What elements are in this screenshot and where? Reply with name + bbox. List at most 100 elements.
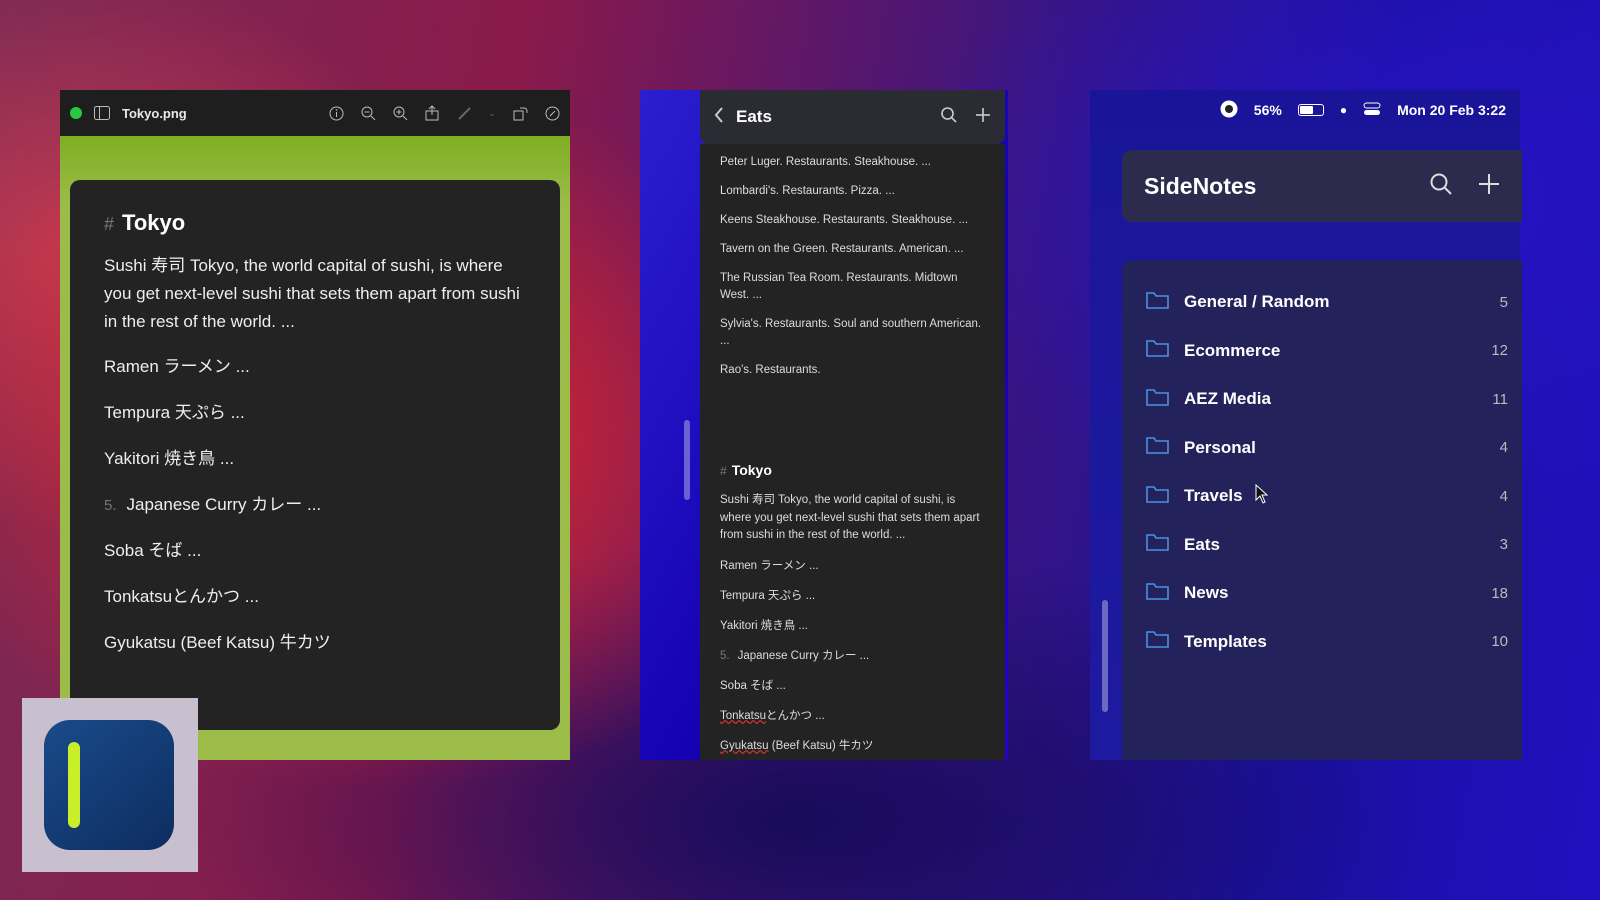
dot-icon: ●: [1339, 103, 1348, 117]
logo-bar: [68, 742, 80, 828]
folder-item-general[interactable]: General / Random 5: [1146, 278, 1508, 327]
folder-icon: [1146, 581, 1170, 606]
note-item-text: とんかつ ...: [766, 709, 825, 722]
folder-count: 11: [1492, 390, 1508, 408]
preview-titlebar: Tokyo.png ⌄: [60, 90, 570, 136]
note-item: Soba そば ...: [104, 541, 202, 560]
menubar-clock[interactable]: Mon 20 Feb 3:22: [1397, 102, 1506, 118]
note-item-curry: 5. Japanese Curry カレー ...: [104, 490, 526, 515]
folder-count: 4: [1499, 487, 1508, 505]
record-icon[interactable]: [1220, 100, 1238, 121]
folder-name: Eats: [1184, 534, 1220, 554]
note-item: Tempura 天ぷら ...: [104, 403, 245, 422]
folder-name: Travels: [1184, 486, 1243, 506]
note-item: Yakitori 焼き鳥 ...: [720, 619, 808, 632]
folder-name: General / Random: [1184, 292, 1330, 312]
folder-name: AEZ Media: [1184, 389, 1271, 409]
add-note-icon[interactable]: [975, 107, 991, 128]
note-title: # Tokyo: [104, 210, 526, 236]
note-item: Tonkatsuとんかつ ...: [104, 587, 259, 606]
folder-count: 3: [1499, 536, 1508, 554]
note-item-tonkatsu: Tonkatsuとんかつ ...: [720, 707, 985, 723]
zoom-out-icon[interactable]: [360, 105, 376, 121]
search-icon[interactable]: [941, 106, 957, 128]
eats-panel: Peter Luger. Restaurants. Steakhouse. ..…: [640, 90, 1008, 760]
scrollbar[interactable]: [684, 420, 690, 500]
folder-name: News: [1184, 583, 1229, 603]
zoom-traffic-light[interactable]: [70, 107, 82, 119]
heading-hash-icon: #: [720, 464, 727, 478]
folder-name: Templates: [1184, 631, 1267, 651]
folder-item-eats[interactable]: Eats 3: [1146, 521, 1508, 570]
control-center-icon[interactable]: [1363, 102, 1381, 119]
markup-pen-icon[interactable]: [456, 105, 472, 121]
note-item: Soba そば ...: [720, 679, 786, 692]
note-item-text: Japanese Curry カレー ...: [737, 649, 870, 662]
list-number: 5.: [720, 649, 730, 662]
folder-list: General / Random 5 Ecommerce 12 AEZ Media 1…: [1122, 260, 1522, 760]
eats-header: Eats: [700, 90, 1005, 144]
restaurant-item[interactable]: Keens Steakhouse. Restaurants. Steakhous…: [720, 212, 985, 229]
list-number: 5.: [104, 497, 117, 514]
folder-item-templates[interactable]: Templates 10: [1146, 618, 1508, 667]
info-icon[interactable]: [328, 105, 344, 121]
note-item: Tempura 天ぷら ...: [720, 589, 816, 602]
note-item-curry: 5. Japanese Curry カレー ...: [720, 647, 985, 663]
restaurant-item[interactable]: Lombardi's. Restaurants. Pizza. ...: [720, 183, 985, 200]
folder-icon: [1146, 338, 1170, 363]
preview-window: Tokyo.png ⌄ # Tokyo Sushi 寿司 Tokyo, the w…: [60, 90, 570, 760]
folder-count: 5: [1499, 293, 1508, 311]
folder-item-news[interactable]: News 18: [1146, 569, 1508, 618]
folder-icon: [1146, 435, 1170, 460]
note-title-text: Tokyo: [731, 462, 772, 478]
note-intro: Sushi 寿司 Tokyo, the world capital of sus…: [104, 256, 520, 331]
annotate-icon[interactable]: [544, 105, 560, 121]
back-chevron-icon[interactable]: [714, 106, 724, 128]
restaurant-item[interactable]: Sylvia's. Restaurants. Soul and southern…: [720, 316, 985, 350]
note-item-text: (Beef Katsu) 牛カツ: [768, 739, 874, 752]
folder-icon: [1146, 290, 1170, 315]
restaurant-list: Peter Luger. Restaurants. Steakhouse. ..…: [700, 144, 1005, 472]
restaurant-item[interactable]: Tavern on the Green. Restaurants. Americ…: [720, 241, 985, 258]
folder-name: Ecommerce: [1184, 340, 1281, 360]
mouse-cursor-icon: [1255, 483, 1269, 509]
note-item-gyukatsu: Gyukatsu (Beef Katsu) 牛カツ: [720, 737, 985, 753]
folder-count: 12: [1491, 342, 1508, 360]
menu-bar: 56% ● Mon 20 Feb 3:22: [1090, 90, 1520, 130]
sidenotes-header: SideNotes: [1122, 150, 1522, 222]
app-title: SideNotes: [1144, 172, 1257, 199]
folder-title: Eats: [736, 107, 772, 126]
note-item: Ramen ラーメン ...: [104, 357, 250, 376]
restaurant-item[interactable]: Rao's. Restaurants.: [720, 362, 985, 379]
sidebar-toggle-icon[interactable]: [94, 105, 110, 121]
folder-item-personal[interactable]: Personal 4: [1146, 424, 1508, 473]
folder-icon: [1146, 387, 1170, 412]
chevron-down-icon[interactable]: ⌄: [488, 105, 496, 121]
share-icon[interactable]: [424, 105, 440, 121]
tokyo-note-card[interactable]: # Tokyo Sushi 寿司 Tokyo, the world capital…: [700, 440, 1005, 760]
note-intro: Sushi 寿司 Tokyo, the world capital of sus…: [720, 494, 980, 541]
zoom-in-icon[interactable]: [392, 105, 408, 121]
folder-icon: [1146, 532, 1170, 557]
folder-item-ecommerce[interactable]: Ecommerce 12: [1146, 327, 1508, 376]
misspelled-word: Tonkatsu: [720, 709, 767, 722]
battery-icon[interactable]: [1297, 104, 1324, 116]
add-folder-icon[interactable]: [1478, 173, 1500, 200]
scrollbar[interactable]: [1102, 600, 1108, 712]
folder-icon: [1146, 484, 1170, 509]
restaurant-item[interactable]: The Russian Tea Room. Restaurants. Midto…: [720, 270, 985, 304]
misspelled-word: Gyukatsu: [720, 739, 769, 752]
note-item: Yakitori 焼き鳥 ...: [104, 449, 235, 468]
folder-item-travels[interactable]: Travels 4: [1146, 472, 1508, 521]
restaurant-item[interactable]: Peter Luger. Restaurants. Steakhouse. ..…: [720, 154, 985, 171]
app-logo-frame: [22, 698, 198, 872]
battery-percent: 56%: [1253, 102, 1282, 118]
tokyo-note-image: # Tokyo Sushi 寿司 Tokyo, the world capital…: [70, 180, 560, 730]
rotate-icon[interactable]: [512, 105, 528, 121]
note-title-text: Tokyo: [122, 210, 186, 235]
folder-item-aez-media[interactable]: AEZ Media 11: [1146, 375, 1508, 424]
search-icon[interactable]: [1430, 173, 1452, 200]
note-title: # Tokyo: [720, 462, 985, 478]
folder-icon: [1146, 629, 1170, 654]
note-item: Ramen ラーメン ...: [720, 559, 819, 572]
